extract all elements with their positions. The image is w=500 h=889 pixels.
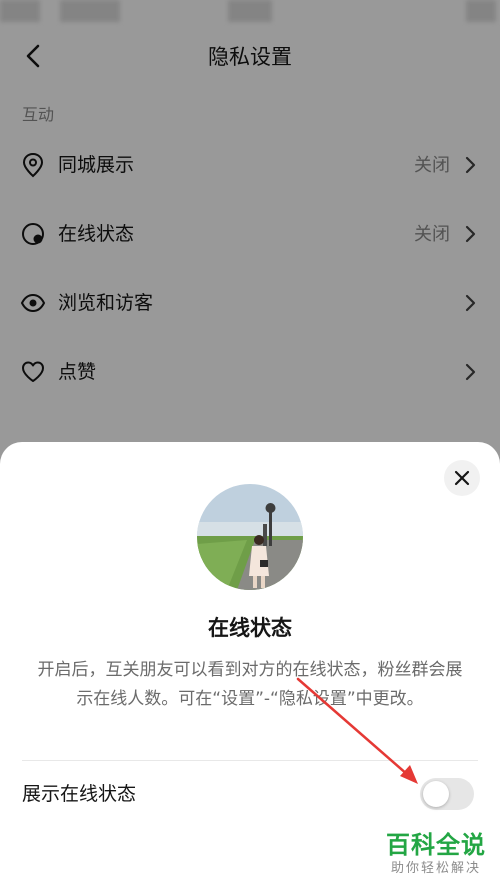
toggle-knob: [423, 781, 449, 807]
screen: 隐私设置 互动 同城展示 关闭 在线状态 关闭 浏览和访客 点赞 在线状态 开启…: [0, 0, 500, 889]
sheet-title: 在线状态: [208, 616, 292, 640]
avatar: [197, 484, 303, 590]
watermark: 百科全说 助你轻松解决: [386, 831, 486, 879]
watermark-title: 百科全说: [386, 831, 486, 859]
close-icon: [454, 470, 470, 486]
divider: [22, 760, 478, 761]
show-online-status-toggle[interactable]: [420, 778, 474, 810]
sheet-description: 开启后，互关朋友可以看到对方的在线状态，粉丝群会展示在线人数。可在“设置”-“隐…: [37, 660, 463, 709]
watermark-subtitle: 助你轻松解决: [390, 861, 481, 876]
avatar-photo: [197, 484, 303, 590]
close-button[interactable]: [444, 460, 480, 496]
online-status-sheet: 在线状态 开启后，互关朋友可以看到对方的在线状态，粉丝群会展示在线人数。可在“设…: [0, 442, 500, 889]
show-online-status-label: 展示在线状态: [22, 783, 137, 805]
